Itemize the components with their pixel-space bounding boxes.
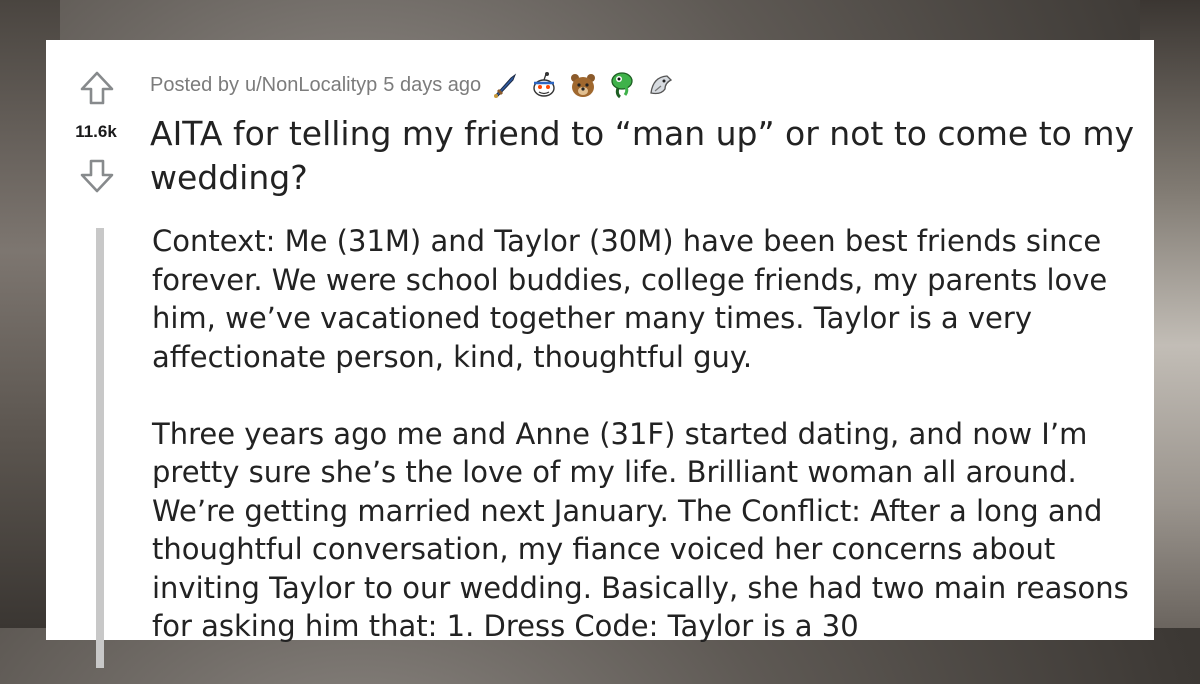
post-body: Context: Me (31M) and Taylor (30M) have … [152,222,1132,684]
blockquote-bar [96,228,104,668]
bear-award-icon[interactable] [569,71,597,99]
upvote-arrow-icon[interactable] [79,70,115,106]
post-title[interactable]: AITA for telling my friend to “man up” o… [150,112,1140,200]
post-time[interactable]: 5 days ago [383,74,481,97]
green-creature-award-icon[interactable] [608,71,636,99]
silver-creature-award-icon[interactable] [647,71,675,99]
awards-row[interactable] [491,71,686,99]
vote-count: 11.6k [75,122,117,141]
posted-by-label: Posted by [150,73,239,96]
sword-award-icon[interactable] [491,71,519,99]
downvote-arrow-icon[interactable] [79,158,115,194]
author-link[interactable]: u/NonLocalityp [245,74,377,97]
body-paragraph: Context: Me (31M) and Taylor (30M) have … [152,224,1108,374]
reddit-snoo-award-icon[interactable] [530,71,558,99]
post-card: 11.6k Posted by u/NonLocalityp 5 days ag… [46,40,1154,668]
post-meta: Posted by u/NonLocalityp 5 days ago [150,70,686,100]
body-paragraph: Three years ago me and Anne (31F) starte… [152,416,1129,644]
